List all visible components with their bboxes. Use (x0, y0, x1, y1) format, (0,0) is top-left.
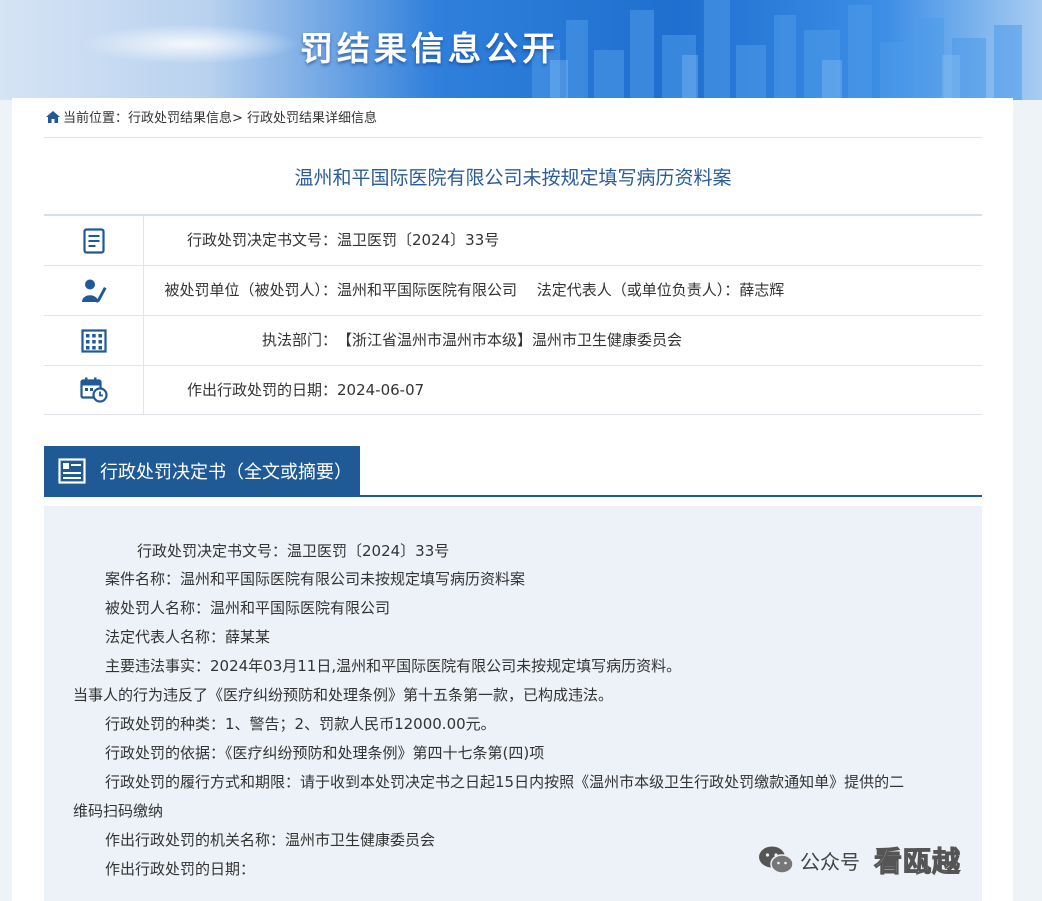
doc-line: 行政处罚的履行方式和期限：请于收到本处罚决定书之日起15日内按照《温州市本级卫生… (105, 773, 905, 791)
section-header: 行政处罚决定书（全文或摘要） (44, 446, 982, 497)
doc-line: 行政处罚的依据：《医疗纠纷预防和处理条例》第四十七条第(四)项 (105, 744, 545, 762)
info-row-penalty-date: 作出行政处罚的日期： 2024-06-07 (44, 366, 982, 415)
doc-line: 法定代表人名称：薛某某 (105, 628, 271, 646)
doc-line: 被处罚人名称：温州和平国际医院有限公司 (105, 599, 391, 617)
home-icon (46, 111, 60, 123)
info-value: 2024-06-07 (337, 381, 425, 399)
info-label: 被处罚单位（被处罚人）： (164, 281, 337, 299)
info-row-penalized-party: 被处罚单位（被处罚人）： 温州和平国际医院有限公司 法定代表人（或单位负责人）：… (44, 266, 982, 316)
info-icon-cell (44, 216, 144, 265)
section-icon-wrap (50, 458, 94, 484)
info-label: 执法部门： (261, 331, 337, 349)
doc-line: 主要违法事实：2024年03月11日,温州和平国际医院有限公司未按规定填写病历资… (105, 657, 682, 675)
breadcrumb-item-detail: 行政处罚结果详细信息 (246, 111, 377, 126)
breadcrumb-divider (44, 137, 982, 138)
info-value: 温卫医罚〔2024〕33号 (337, 231, 500, 249)
skyline-graphic (532, 0, 1022, 100)
info-icon-cell (44, 266, 144, 315)
breadcrumb-separator: > (232, 111, 243, 126)
info-icon-cell (44, 366, 144, 414)
info-value: 【浙江省温州市温州市本级】温州市卫生健康委员会 (337, 331, 683, 349)
doc-line: 案件名称：温州和平国际医院有限公司未按规定填写病历资料案 (105, 570, 526, 588)
info-label: 作出行政处罚的日期： (186, 381, 337, 399)
doc-line: 维码扫码缴纳 (73, 802, 164, 820)
watermark-platform: 公众号 (800, 849, 860, 874)
doc-line: 行政处罚决定书文号：温卫医罚〔2024〕33号 (137, 542, 450, 560)
watermark-account: 看瓯越 (873, 845, 962, 879)
document-icon (82, 227, 105, 254)
doc-line: 作出行政处罚的日期： (105, 860, 256, 878)
building-icon (80, 328, 107, 353)
breadcrumb-item-results[interactable]: 行政处罚结果信息 (128, 111, 232, 126)
section-title: 行政处罚决定书（全文或摘要） (100, 462, 352, 483)
wechat-icon (759, 846, 794, 874)
info-value: 温州和平国际医院有限公司 法定代表人（或单位负责人）：薛志辉 (337, 281, 785, 299)
watermark: 公众号 看瓯越 (758, 840, 961, 880)
doc-line: 行政处罚的种类：1、警告；2、罚款人民币12000.00元。 (105, 715, 496, 733)
info-row-decision-number: 行政处罚决定书文号： 温卫医罚〔2024〕33号 (44, 216, 982, 266)
person-icon (81, 279, 106, 303)
section-tab: 行政处罚决定书（全文或摘要） (44, 446, 360, 496)
info-table: 行政处罚决定书文号： 温卫医罚〔2024〕33号 被处罚单位（被处罚人）： 温州… (44, 214, 982, 415)
info-label: 行政处罚决定书文号： (186, 231, 337, 249)
calendar-clock-icon (79, 377, 108, 403)
doc-line: 当事人的行为违反了《医疗纠纷预防和处理条例》第十五条第一款，已构成违法。 (73, 686, 614, 704)
document-list-icon (58, 458, 86, 484)
banner-title: 罚结果信息公开 (300, 29, 559, 68)
breadcrumb-prefix: 当前位置： (63, 111, 129, 126)
info-row-enforcement-dept: 执法部门： 【浙江省温州市温州市本级】温州市卫生健康委员会 (44, 316, 982, 366)
breadcrumb: 当前位置：行政处罚结果信息> 行政处罚结果详细信息 (46, 110, 377, 128)
page-banner: 罚结果信息公开 (0, 0, 1042, 100)
case-title: 温州和平国际医院有限公司未按规定填写病历资料案 (294, 167, 732, 189)
info-icon-cell (44, 316, 144, 365)
banner-blur (80, 24, 300, 64)
doc-line: 作出行政处罚的机关名称：温州市卫生健康委员会 (105, 831, 436, 849)
